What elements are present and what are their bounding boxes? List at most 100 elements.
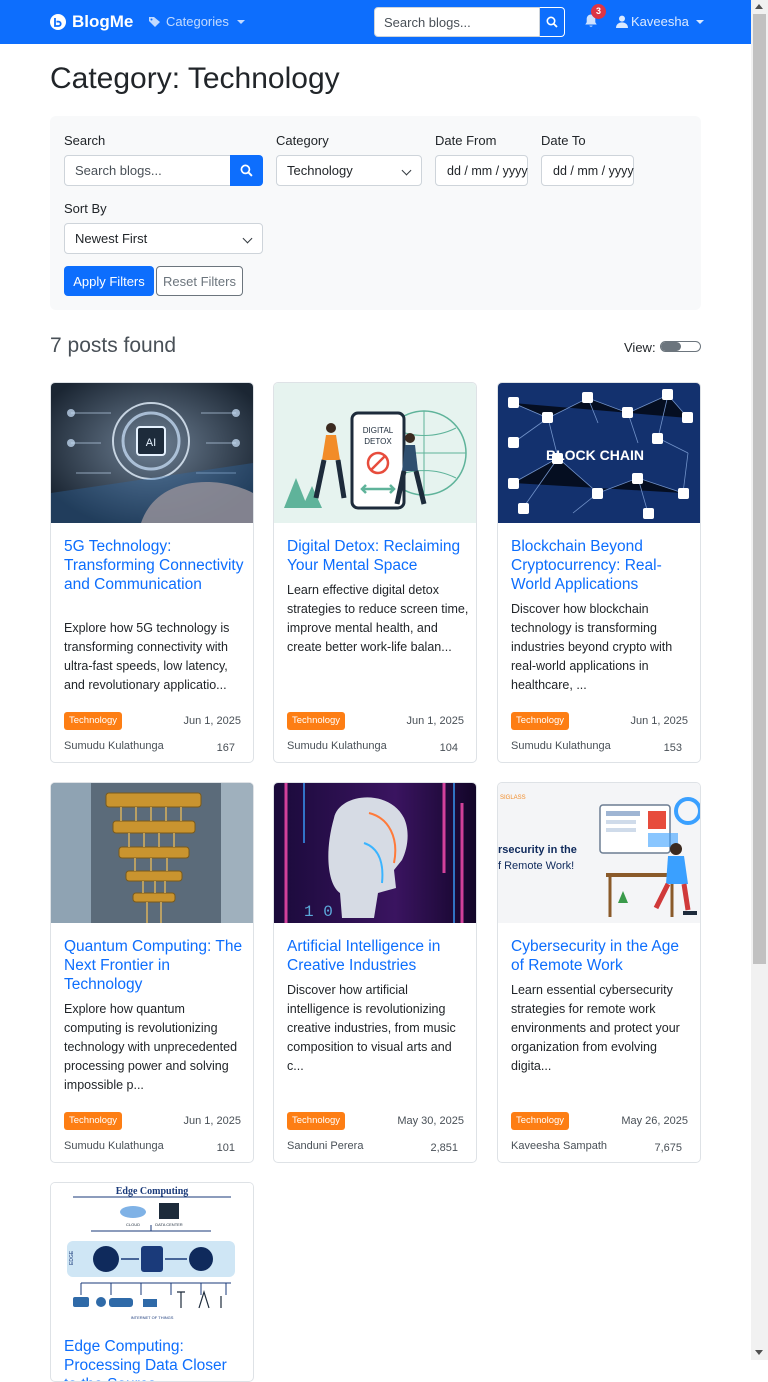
- view-toggle-switch[interactable]: [660, 341, 701, 352]
- image-caption-detox: DETOX: [364, 437, 392, 446]
- page-title: Category: Technology: [50, 62, 340, 95]
- post-title-link[interactable]: 5G Technology: Transforming Connectivity…: [64, 537, 244, 594]
- svg-text:DATA CENTER: DATA CENTER: [155, 1222, 183, 1227]
- post-thumbnail-image[interactable]: BLOCK CHAIN: [498, 383, 700, 523]
- notification-count-badge: 3: [591, 4, 606, 19]
- post-date: Jun 1, 2025: [630, 715, 689, 727]
- post-view-count: 2,851: [430, 1142, 458, 1154]
- date-from-value: dd / mm / yyyy: [447, 163, 528, 178]
- post-excerpt: Discover how artificial intelligence is …: [287, 983, 456, 1073]
- svg-text:CLOUD: CLOUD: [126, 1222, 140, 1227]
- filter-panel: Search Search blogs... Category Technolo…: [50, 116, 701, 310]
- tags-icon: [149, 16, 160, 27]
- post-date: May 30, 2025: [397, 1115, 464, 1127]
- post-author: Sumudu Kulathunga: [511, 740, 611, 752]
- scroll-up-arrow-icon[interactable]: [755, 4, 763, 9]
- post-view-count: 153: [663, 742, 682, 754]
- category-badge[interactable]: Technology: [287, 712, 346, 730]
- image-caption-edge-computing: Edge Computing: [116, 1186, 189, 1197]
- post-card[interactable]: AI 5G Technology: Transforming Connectiv…: [50, 382, 254, 763]
- toggle-knob: [661, 342, 681, 351]
- post-author: Sumudu Kulathunga: [287, 740, 387, 752]
- brand-name: BlogMe: [72, 12, 134, 31]
- category-select[interactable]: Technology: [276, 155, 422, 186]
- view-toggle-label: View:: [624, 340, 656, 355]
- post-card[interactable]: SIGLASS rsecurity in the f Remote Work! …: [497, 782, 701, 1163]
- navbar-search-button[interactable]: [540, 7, 565, 37]
- date-to-value: dd / mm / yyyy: [553, 163, 634, 178]
- category-badge[interactable]: Technology: [64, 712, 123, 730]
- post-thumbnail-image[interactable]: AI: [51, 383, 253, 523]
- post-thumbnail-image[interactable]: DIGITAL DETOX: [274, 383, 476, 523]
- category-filter-label: Category: [276, 133, 329, 148]
- post-date: Jun 1, 2025: [183, 1115, 242, 1127]
- post-title-link[interactable]: Cybersecurity in the Age of Remote Work: [511, 937, 691, 975]
- brand-logo[interactable]: BlogMe: [50, 12, 133, 32]
- navbar-search: [374, 7, 565, 37]
- results-count: 7 posts found: [50, 334, 177, 357]
- svg-text:AI: AI: [146, 437, 156, 449]
- post-card[interactable]: BLOCK CHAIN Blockchain Beyond Cryptocurr…: [497, 382, 701, 763]
- post-card[interactable]: Edge Computing CLOUD DATA CENTER EDGE IN…: [50, 1182, 254, 1382]
- date-to-input[interactable]: dd / mm / yyyy: [541, 155, 634, 186]
- user-menu-dropdown[interactable]: Kaveesha: [616, 14, 704, 29]
- category-badge[interactable]: Technology: [287, 1112, 346, 1130]
- search-filter-input[interactable]: Search blogs...: [64, 155, 231, 186]
- sort-by-value: Newest First: [75, 231, 148, 246]
- post-title-link[interactable]: Digital Detox: Reclaiming Your Mental Sp…: [287, 537, 467, 575]
- chevron-down-icon: [236, 19, 245, 24]
- top-navbar: BlogMe Categories 3 Kaveesha: [0, 0, 751, 44]
- sort-by-select[interactable]: Newest First: [64, 223, 263, 254]
- post-date: May 26, 2025: [621, 1115, 688, 1127]
- category-badge[interactable]: Technology: [511, 1112, 570, 1130]
- navbar-search-input[interactable]: [374, 7, 540, 37]
- sort-by-label: Sort By: [64, 201, 107, 216]
- post-view-count: 167: [216, 742, 235, 754]
- user-name: Kaveesha: [631, 14, 689, 29]
- post-view-count: 101: [216, 1142, 235, 1154]
- reset-filters-button[interactable]: Reset Filters: [156, 266, 243, 296]
- post-thumbnail-image[interactable]: 1 0: [274, 783, 476, 923]
- image-caption-cybersecurity-1: rsecurity in the: [498, 844, 577, 856]
- post-title-link[interactable]: Artificial Intelligence in Creative Indu…: [287, 937, 467, 975]
- categories-label: Categories: [166, 14, 229, 29]
- post-thumbnail-image[interactable]: SIGLASS rsecurity in the f Remote Work!: [498, 783, 700, 923]
- post-excerpt: Learn essential cybersecurity strategies…: [511, 983, 680, 1073]
- post-excerpt: Learn effective digital detox strategies…: [287, 583, 469, 654]
- apply-filters-button[interactable]: Apply Filters: [64, 266, 154, 296]
- post-author: Kaveesha Sampath: [511, 1140, 608, 1152]
- post-title-link[interactable]: Blockchain Beyond Cryptocurrency: Real-W…: [511, 537, 691, 594]
- svg-text:INTERNET OF THINGS: INTERNET OF THINGS: [131, 1315, 174, 1320]
- post-card[interactable]: DIGITAL DETOX Digital Detox: Reclaiming …: [273, 382, 477, 763]
- scroll-down-arrow-icon[interactable]: [755, 1350, 763, 1355]
- category-select-value: Technology: [287, 163, 353, 178]
- post-author: Sumudu Kulathunga: [64, 1140, 164, 1152]
- search-filter-button[interactable]: [230, 155, 263, 186]
- post-view-count: 104: [439, 742, 458, 754]
- category-badge[interactable]: Technology: [64, 1112, 123, 1130]
- post-date: Jun 1, 2025: [183, 715, 242, 727]
- date-from-label: Date From: [435, 133, 497, 148]
- blog-logo-icon: [50, 14, 66, 30]
- post-title-link[interactable]: Quantum Computing: The Next Frontier in …: [64, 937, 244, 994]
- user-icon: [616, 15, 628, 28]
- page-scrollbar[interactable]: [751, 0, 768, 1360]
- post-thumbnail-image[interactable]: Edge Computing CLOUD DATA CENTER EDGE IN…: [51, 1183, 253, 1323]
- svg-text:EDGE: EDGE: [69, 1250, 75, 1265]
- image-caption-blockchain: BLOCK CHAIN: [546, 447, 644, 463]
- category-badge[interactable]: Technology: [511, 712, 570, 730]
- post-excerpt: Explore how 5G technology is transformin…: [64, 621, 230, 692]
- post-card[interactable]: 1 0 Artificial Intelligence in Creative …: [273, 782, 477, 1163]
- post-excerpt: Discover how blockchain technology is tr…: [511, 602, 673, 692]
- post-author: Sumudu Kulathunga: [64, 740, 164, 752]
- search-filter-label: Search: [64, 133, 106, 148]
- post-thumbnail-image[interactable]: [51, 783, 253, 923]
- scrollbar-thumb[interactable]: [753, 14, 766, 964]
- categories-dropdown[interactable]: Categories: [148, 14, 245, 29]
- date-from-input[interactable]: dd / mm / yyyy: [435, 155, 528, 186]
- search-icon: [546, 16, 558, 28]
- chevron-down-icon: [695, 19, 704, 24]
- chevron-down-icon: [242, 233, 253, 244]
- post-view-count: 7,675: [654, 1142, 682, 1154]
- post-card[interactable]: Quantum Computing: The Next Frontier in …: [50, 782, 254, 1163]
